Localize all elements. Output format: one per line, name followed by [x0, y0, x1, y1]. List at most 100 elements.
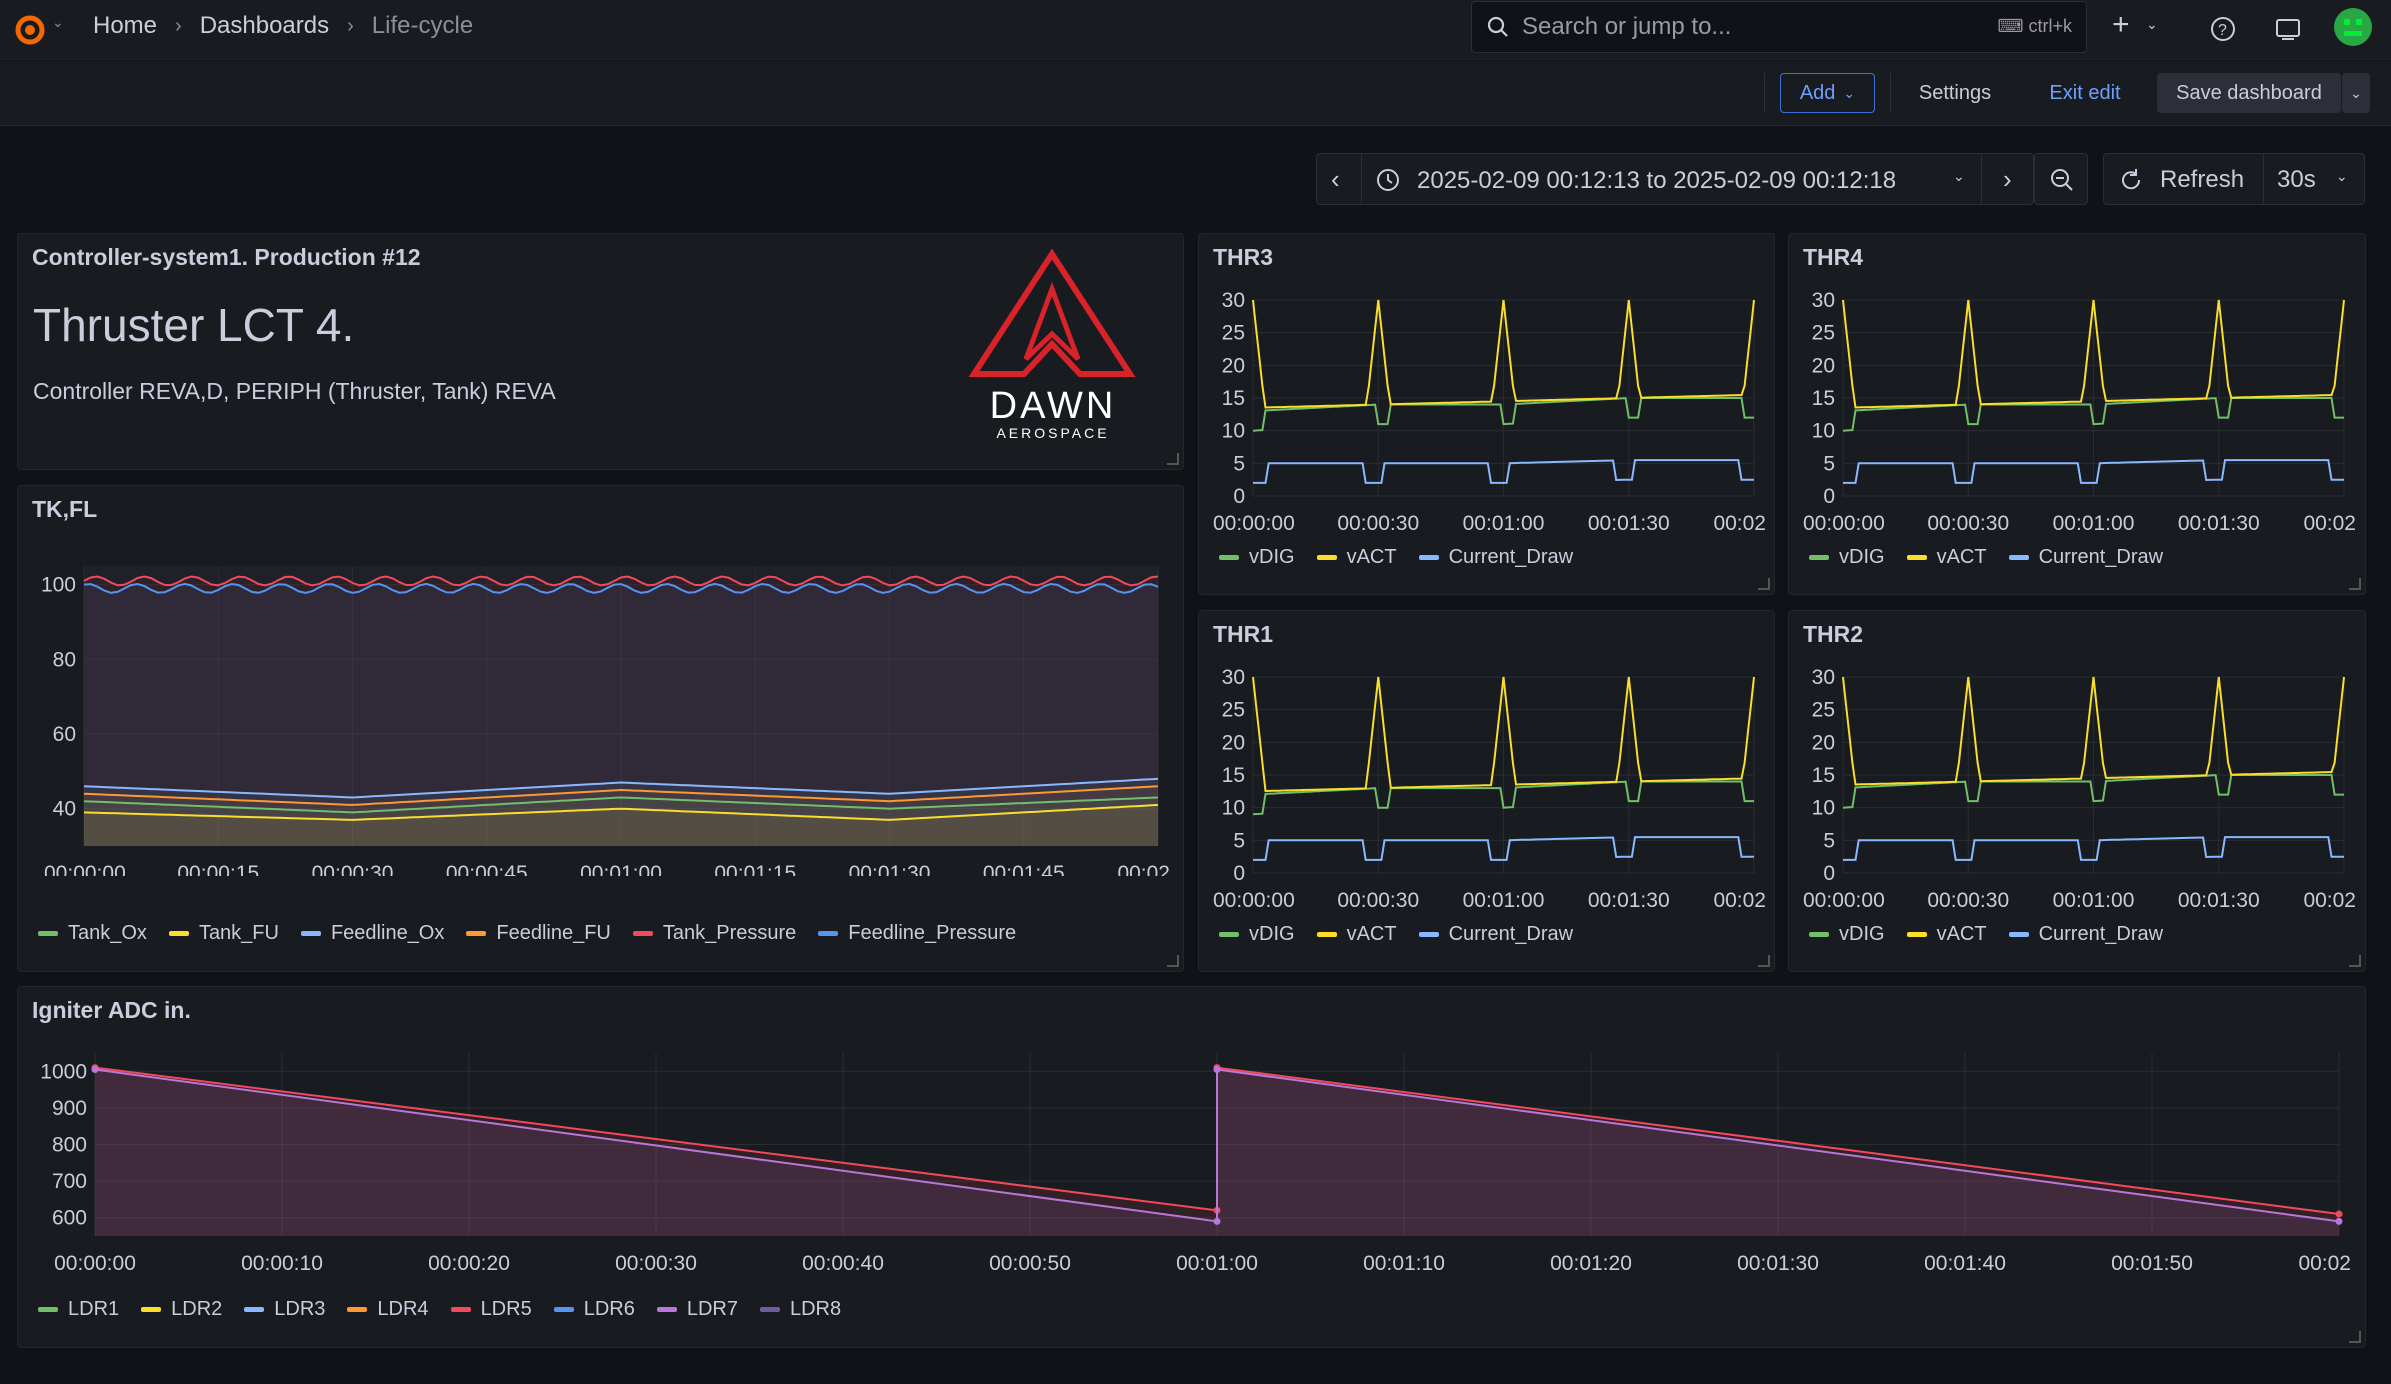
user-avatar[interactable] [2333, 7, 2373, 47]
legend-item[interactable]: LDR4 [347, 1298, 429, 1321]
legend-label: vACT [1346, 546, 1397, 568]
search-input[interactable]: Search or jump to... ⌨ ctrl+k [1471, 1, 2087, 53]
data-point [2335, 1217, 2343, 1225]
legend-item[interactable]: Current_Draw [1418, 546, 1574, 569]
refresh-interval[interactable]: 30s [2277, 166, 2316, 194]
legend-item[interactable]: LDR2 [141, 1298, 222, 1321]
legend-label: Feedline_Ox [330, 922, 445, 944]
panel-title[interactable]: TK,FL [32, 496, 97, 523]
resize-handle[interactable] [2349, 955, 2361, 967]
x-tick-label: 00:00:30 [1337, 512, 1419, 535]
x-tick-label: 00:00:30 [1337, 889, 1419, 912]
panel-title[interactable]: Controller-system1. Production #12 [32, 244, 421, 271]
interval-chevron-icon[interactable]: ⌄ [2336, 168, 2348, 185]
breadcrumb-home[interactable]: Home [93, 12, 157, 40]
legend-item[interactable]: LDR5 [450, 1298, 532, 1321]
legend-item[interactable]: Tank_Pressure [632, 922, 796, 945]
menu-chevron-icon[interactable]: ⌄ [52, 14, 64, 31]
legend-item[interactable]: Current_Draw [2008, 923, 2163, 946]
resize-handle[interactable] [2349, 578, 2361, 590]
time-range-text[interactable]: 2025-02-09 00:12:13 to 2025-02-09 00:12:… [1417, 167, 1896, 195]
save-dashboard-button[interactable]: Save dashboard [2157, 73, 2341, 113]
grafana-logo-icon[interactable] [12, 12, 48, 48]
x-tick-label: 00:01:00 [1463, 889, 1545, 912]
y-tick-label: 10 [1812, 797, 1835, 820]
y-tick-label: 10 [1222, 797, 1245, 820]
panel-title[interactable]: THR4 [1803, 244, 1863, 271]
new-plus-icon[interactable]: + [2112, 8, 2130, 42]
resize-handle[interactable] [1758, 955, 1770, 967]
resize-handle[interactable] [1167, 453, 1179, 465]
legend-item[interactable]: Current_Draw [1418, 923, 1573, 946]
legend-item[interactable]: Tank_Ox [38, 922, 147, 945]
legend-item[interactable]: vDIG [1809, 923, 1885, 946]
legend-item[interactable]: vACT [1906, 923, 1987, 946]
zoom-out-button[interactable] [2034, 153, 2088, 205]
y-tick-label: 1000 [40, 1060, 87, 1083]
y-tick-label: 5 [1233, 452, 1245, 475]
settings-button[interactable]: Settings [1905, 73, 2005, 113]
legend-item[interactable]: LDR6 [553, 1298, 635, 1321]
thr3-chart: 30 25 20 15 10 5 0 00:00:00 00:00:30 00:01:00 00:0… [1213, 289, 1766, 535]
legend-label: Current_Draw [1448, 546, 1574, 568]
legend-item[interactable]: Feedline_FU [466, 922, 611, 945]
data-point [91, 1065, 99, 1073]
panel-title[interactable]: THR3 [1213, 244, 1273, 271]
legend-swatch [1316, 555, 1337, 560]
panel-title[interactable]: Igniter ADC in. [32, 997, 191, 1024]
legend-item[interactable]: LDR8 [759, 1298, 841, 1321]
time-forward-icon[interactable]: › [2003, 164, 2012, 195]
time-range-chevron-icon[interactable]: ⌄ [1953, 168, 1965, 185]
x-tick-label: 00:01:00 [1463, 512, 1545, 535]
legend-item[interactable]: vDIG [1219, 923, 1295, 946]
y-tick-label: 25 [1812, 322, 1835, 345]
legend-item[interactable]: Feedline_Ox [300, 922, 445, 945]
legend-item[interactable]: vDIG [1219, 546, 1295, 569]
toolbar-divider [1764, 73, 1765, 113]
y-tick-label: 100 [41, 574, 76, 597]
x-tick-label: 00:02 [1713, 889, 1766, 912]
legend-item[interactable]: LDR1 [38, 1298, 119, 1321]
resize-handle[interactable] [1167, 955, 1179, 967]
save-options-chevron-icon[interactable]: ⌄ [2342, 73, 2370, 113]
legend-item[interactable]: LDR7 [656, 1298, 738, 1321]
legend-label: Feedline_Pressure [848, 922, 1017, 944]
resize-handle[interactable] [1758, 578, 1770, 590]
legend-item[interactable]: vACT [1316, 923, 1397, 946]
exit-edit-button[interactable]: Exit edit [2035, 73, 2135, 113]
x-tick-label: 00:00:45 [446, 862, 528, 876]
new-chevron-icon[interactable]: ⌄ [2146, 16, 2158, 33]
refresh-button[interactable]: Refresh 30s ⌄ [2103, 153, 2365, 205]
legend-item[interactable]: vDIG [1809, 546, 1885, 569]
y-tick-label: 5 [1823, 829, 1835, 852]
y-tick-label: 40 [53, 798, 76, 821]
legend-item[interactable]: vACT [1906, 546, 1987, 569]
panel-title[interactable]: THR1 [1213, 621, 1273, 648]
legend-item[interactable]: LDR3 [244, 1298, 325, 1321]
legend-item[interactable]: vACT [1316, 546, 1397, 569]
time-back-icon[interactable]: ‹ [1331, 164, 1340, 195]
x-tick-label: 00:00:30 [615, 1252, 697, 1275]
x-tick-label: 00:00:00 [1803, 889, 1885, 912]
resize-handle[interactable] [2349, 1331, 2361, 1343]
x-tick-label: 00:00:00 [1213, 889, 1295, 912]
legend-swatch [632, 931, 653, 936]
legend-item[interactable]: Tank_FU [168, 922, 279, 945]
news-icon[interactable] [2274, 15, 2302, 43]
y-tick-label: 30 [1222, 289, 1245, 312]
x-tick-label: 00:01:00 [2053, 889, 2135, 912]
chart-legend: vDIG vACT Current_Draw [1809, 546, 2163, 569]
legend-swatch [2008, 555, 2029, 560]
legend-item[interactable]: Current_Draw [2008, 546, 2163, 569]
legend-swatch [1219, 932, 1239, 937]
add-button[interactable]: Add ⌄ [1780, 73, 1875, 113]
thr4-chart: 30 25 20 15 10 5 0 00:00:00 00:00:30 00:01:00 00:0… [1803, 289, 2356, 535]
help-icon[interactable]: ? [2209, 15, 2237, 43]
x-tick-label: 00:00:50 [989, 1252, 1071, 1275]
breadcrumb-dashboards[interactable]: Dashboards [200, 12, 329, 40]
x-tick-label: 00:00:10 [241, 1252, 323, 1275]
x-tick-label: 00:01:40 [1924, 1252, 2006, 1275]
legend-item[interactable]: Feedline_Pressure [818, 922, 1016, 945]
panel-title[interactable]: THR2 [1803, 621, 1863, 648]
keyboard-icon: ⌨ [1997, 16, 2029, 36]
